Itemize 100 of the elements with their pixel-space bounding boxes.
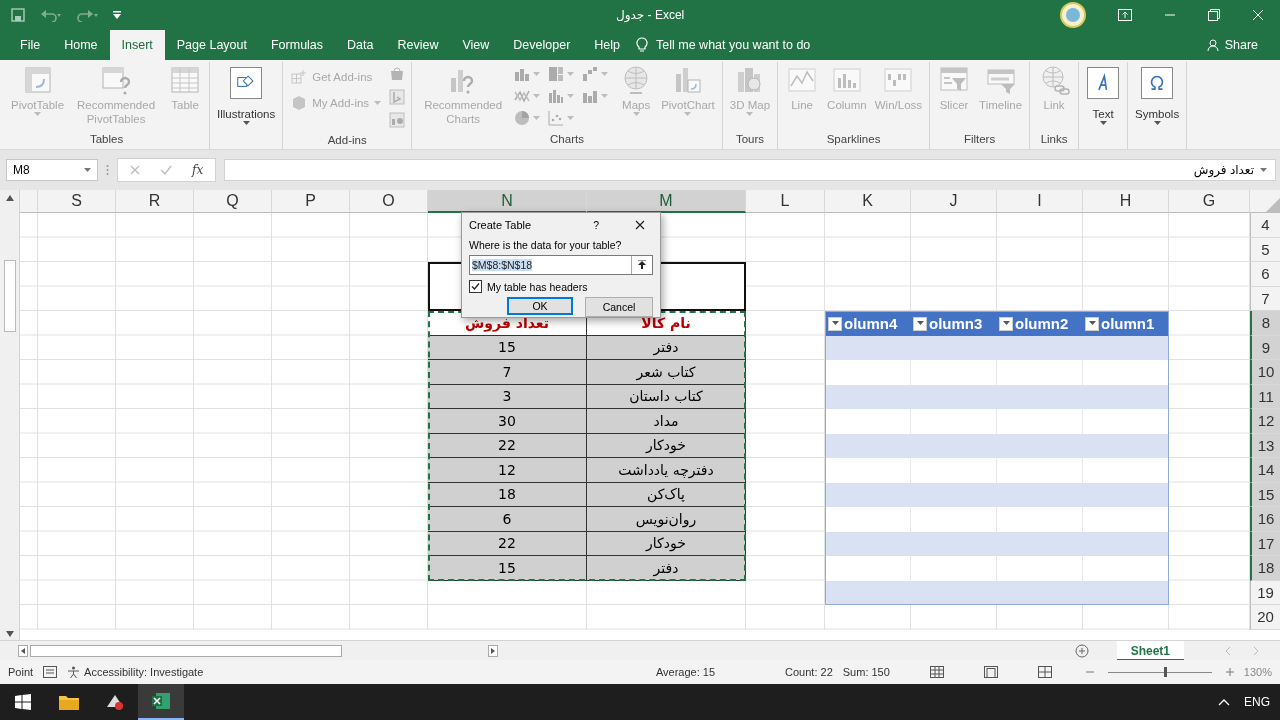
filter-button[interactable] bbox=[1085, 316, 1099, 331]
scrollbar-thumb[interactable] bbox=[30, 644, 342, 657]
sheet-heading[interactable]: N bbox=[428, 190, 587, 213]
account-icon[interactable] bbox=[1060, 2, 1086, 28]
macro-icon[interactable] bbox=[43, 666, 58, 678]
normal-view-icon[interactable] bbox=[929, 666, 944, 678]
row-header[interactable]: 8 bbox=[1250, 311, 1280, 336]
row-header[interactable]: 10 bbox=[1250, 360, 1280, 385]
collapse-icon[interactable] bbox=[637, 260, 647, 271]
filter-button[interactable] bbox=[913, 316, 927, 331]
close-icon[interactable] bbox=[635, 219, 645, 230]
formula-field[interactable]: تعداد فروش bbox=[224, 159, 1276, 181]
caret-icon bbox=[1002, 321, 1010, 327]
row-header[interactable]: 12 bbox=[1250, 409, 1280, 434]
ribbon-tab[interactable]: Help bbox=[582, 30, 633, 60]
windows-icon[interactable] bbox=[15, 694, 31, 710]
sheet-heading[interactable]: O bbox=[350, 190, 428, 213]
sheet-heading[interactable]: I bbox=[997, 190, 1083, 213]
name-box[interactable]: M8 bbox=[6, 159, 98, 181]
language-indicator[interactable]: ENG bbox=[1244, 695, 1270, 709]
table-cell: کتاب داستان bbox=[587, 384, 746, 409]
row-header[interactable]: 18 bbox=[1250, 556, 1280, 581]
row-header[interactable]: 11 bbox=[1250, 384, 1280, 409]
filter-button[interactable] bbox=[999, 316, 1013, 331]
chevron-up-icon[interactable] bbox=[1218, 698, 1230, 706]
accessibility-button[interactable]: Accessibility: Investigate bbox=[67, 665, 204, 679]
ribbon-button[interactable]: Text bbox=[1083, 62, 1124, 128]
row-header[interactable]: 9 bbox=[1250, 335, 1280, 360]
table-header: olumn1 bbox=[1083, 311, 1169, 336]
dialog-button[interactable]: OK bbox=[507, 297, 573, 315]
dialog-button[interactable]: Cancel bbox=[585, 297, 653, 317]
row-header[interactable]: 13 bbox=[1250, 433, 1280, 458]
slider-thumb[interactable] bbox=[1164, 666, 1168, 677]
scroll-left-icon[interactable] bbox=[18, 644, 28, 657]
table-header: olumn2 bbox=[997, 311, 1083, 336]
ribbon-tab[interactable]: Data bbox=[335, 30, 386, 60]
table-cell: پاک‌کن bbox=[587, 482, 746, 507]
sheet-heading[interactable]: K bbox=[825, 190, 911, 213]
sheet-heading[interactable]: J bbox=[911, 190, 997, 213]
row-header[interactable]: 15 bbox=[1250, 482, 1280, 507]
ribbon-tab[interactable]: Insert bbox=[109, 30, 165, 60]
scrollbar-thumb[interactable] bbox=[3, 260, 16, 332]
page-layout-icon[interactable] bbox=[983, 666, 998, 678]
sheet-heading[interactable]: R bbox=[116, 190, 194, 213]
sheet-heading[interactable]: H bbox=[1083, 190, 1169, 213]
sheet-heading[interactable]: L bbox=[746, 190, 825, 213]
sheet-heading[interactable]: P bbox=[272, 190, 350, 213]
ribbon-tab[interactable]: Developer bbox=[501, 30, 583, 60]
check-icon[interactable] bbox=[160, 165, 172, 175]
customize-icon[interactable] bbox=[112, 10, 122, 20]
sheet-heading[interactable]: S bbox=[38, 190, 116, 213]
ribbon-display-icon[interactable] bbox=[1118, 9, 1132, 21]
scroll-right-icon[interactable] bbox=[488, 644, 498, 657]
excel-icon[interactable] bbox=[151, 691, 171, 711]
caret-icon bbox=[1088, 321, 1096, 327]
scroll-down-icon[interactable] bbox=[4, 630, 15, 638]
caret-icon bbox=[601, 71, 609, 77]
dialog-title: Create Table bbox=[469, 218, 533, 231]
row-header[interactable]: 20 bbox=[1250, 605, 1280, 630]
ribbon-tab[interactable]: Page Layout bbox=[164, 30, 259, 60]
group-label: Tours bbox=[734, 132, 765, 147]
ribbon-tab[interactable]: File bbox=[8, 30, 53, 60]
caret-icon bbox=[601, 93, 609, 99]
sheet-heading[interactable]: M bbox=[587, 190, 746, 213]
window-title: جدول - Excel bbox=[615, 8, 686, 22]
sheet-tab[interactable]: Sheet1 bbox=[1116, 640, 1184, 661]
app-icon[interactable] bbox=[105, 693, 125, 711]
group-label: Links bbox=[1039, 132, 1069, 147]
row-header[interactable]: 6 bbox=[1250, 262, 1280, 287]
person-icon[interactable] bbox=[1206, 39, 1219, 51]
filter-button[interactable] bbox=[828, 316, 842, 331]
ribbon-button[interactable]: Illustrations bbox=[214, 62, 279, 128]
range-field[interactable]: $M$8:$N$18 bbox=[469, 255, 653, 275]
add-sheet-icon[interactable] bbox=[1074, 643, 1089, 658]
save-icon[interactable] bbox=[10, 7, 26, 23]
row-header[interactable]: 17 bbox=[1250, 531, 1280, 556]
row-header[interactable]: 4 bbox=[1250, 213, 1280, 238]
folder-icon[interactable] bbox=[58, 693, 80, 711]
ribbon-tab[interactable]: Home bbox=[52, 30, 110, 60]
row-header[interactable]: 19 bbox=[1250, 580, 1280, 605]
sheet-heading[interactable]: G bbox=[1169, 190, 1250, 213]
row-header[interactable]: 16 bbox=[1250, 507, 1280, 532]
restore-icon[interactable] bbox=[1208, 9, 1220, 21]
scroll-up-icon[interactable] bbox=[4, 194, 15, 202]
tell-me-field[interactable]: Tell me what you want to do bbox=[656, 38, 811, 52]
row-header[interactable]: 7 bbox=[1250, 286, 1280, 311]
ribbon-button[interactable]: Symbols bbox=[1132, 62, 1183, 128]
row-header[interactable]: 5 bbox=[1250, 237, 1280, 262]
insert-function-button[interactable]: fx bbox=[192, 163, 204, 177]
row-header[interactable]: 14 bbox=[1250, 458, 1280, 483]
lightbulb-icon[interactable] bbox=[636, 37, 649, 53]
ribbon-tab[interactable]: Review bbox=[385, 30, 451, 60]
share-button[interactable]: Share bbox=[1224, 38, 1258, 52]
sheet-heading[interactable]: Q bbox=[194, 190, 272, 213]
ribbon-tab[interactable]: View bbox=[450, 30, 502, 60]
zoom-in-icon[interactable] bbox=[1225, 668, 1234, 676]
ribbon-tab[interactable]: Formulas bbox=[258, 30, 336, 60]
checkbox[interactable] bbox=[469, 280, 482, 293]
page-break-icon[interactable] bbox=[1037, 666, 1052, 678]
help-button[interactable]: ? bbox=[593, 218, 599, 231]
